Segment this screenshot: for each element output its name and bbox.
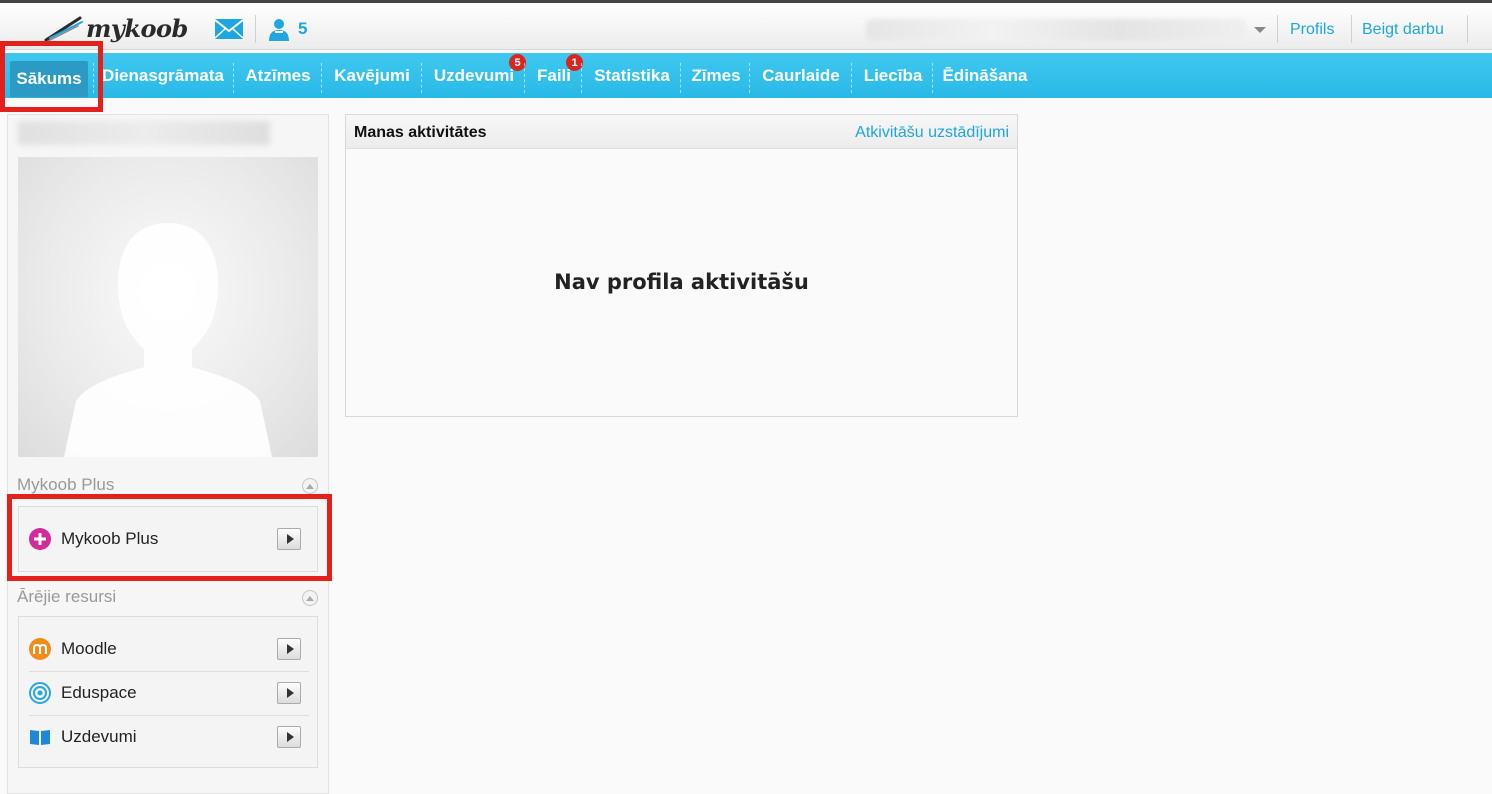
nav-divider	[851, 63, 852, 93]
open-moodle-button[interactable]	[277, 638, 301, 660]
logo-pen-icon	[44, 16, 83, 42]
collapse-mykoob-plus-icon[interactable]	[302, 478, 318, 494]
open-eduspace-button[interactable]	[277, 682, 301, 704]
users-button[interactable]: 5	[266, 15, 307, 43]
activities-header: Manas aktivitātes Atkivitāšu uzstādījumi	[346, 115, 1017, 149]
nav-divider	[749, 63, 750, 93]
nav-divider	[93, 63, 94, 93]
moodle-icon	[29, 638, 51, 660]
activities-settings-link[interactable]: Atkivitāšu uzstādījumi	[855, 124, 1009, 142]
external-resources-box: Moodle Eduspace Uzdevumi	[18, 616, 318, 768]
tab-dienasgramata[interactable]: Dienasgrāmata	[99, 61, 227, 91]
nav-divider	[680, 63, 681, 93]
mykoob-plus-box: Mykoob Plus	[18, 506, 318, 572]
nav-divider	[581, 63, 582, 93]
book-icon	[30, 730, 50, 745]
activities-empty-message: Nav profila aktivitāšu	[554, 270, 809, 294]
list-item-label: Mykoob Plus	[61, 529, 159, 548]
list-item-moodle[interactable]: Moodle	[19, 627, 317, 671]
tab-zimes[interactable]: Zīmes	[687, 61, 745, 91]
section-title-mykoob-plus: Mykoob Plus	[17, 475, 115, 494]
envelope-icon	[214, 19, 244, 39]
eduspace-icon	[29, 682, 51, 704]
open-mykoob-plus-button[interactable]	[277, 528, 301, 550]
open-uzdevumi-button[interactable]	[277, 726, 301, 748]
users-icon	[269, 19, 289, 41]
header-divider	[255, 15, 256, 43]
profile-link[interactable]: Profils	[1290, 21, 1334, 39]
tab-uzdevumi[interactable]: Uzdevumi	[427, 61, 521, 91]
logout-link[interactable]: Beigt darbu	[1362, 21, 1444, 39]
list-item-label: Moodle	[61, 639, 117, 658]
list-item-label: Eduspace	[61, 683, 137, 702]
main-nav: Sākums Dienasgrāmata Atzīmes Kavējumi Uz…	[0, 53, 1492, 98]
avatar[interactable]	[18, 157, 318, 457]
list-item-mykoob-plus[interactable]: Mykoob Plus	[19, 517, 317, 561]
users-count: 5	[298, 19, 308, 38]
tab-liecība[interactable]: Liecība	[858, 61, 928, 91]
list-item-uzdevumi[interactable]: Uzdevumi	[19, 715, 317, 759]
user-name-blurred	[866, 19, 1246, 41]
nav-divider	[233, 63, 234, 93]
tab-kavejumi[interactable]: Kavējumi	[328, 61, 416, 91]
list-item-eduspace[interactable]: Eduspace	[19, 671, 317, 715]
messages-button[interactable]	[214, 17, 244, 41]
activities-panel: Manas aktivitātes Atkivitāšu uzstādījumi…	[345, 114, 1018, 417]
top-bar: mykoob 5 Profils Beigt darbu	[0, 0, 1492, 50]
nav-divider	[932, 63, 933, 93]
header-divider	[1351, 15, 1352, 43]
tab-statistika[interactable]: Statistika	[588, 61, 676, 91]
tab-caurlaide[interactable]: Caurlaide	[756, 61, 846, 91]
nav-divider	[421, 63, 422, 93]
tab-sakums[interactable]: Sākums	[10, 61, 88, 97]
user-name-blurred	[18, 121, 270, 145]
tab-edinasana[interactable]: Ēdināšana	[938, 61, 1032, 91]
header-divider	[1467, 15, 1468, 43]
section-title-external-resources: Ārējie resursi	[17, 587, 117, 606]
list-item-label: Uzdevumi	[61, 727, 137, 746]
avatar-silhouette-icon	[64, 223, 272, 457]
nav-divider	[321, 63, 322, 93]
chevron-down-icon[interactable]	[1254, 27, 1266, 33]
nav-divider	[524, 63, 525, 93]
collapse-external-resources-icon[interactable]	[302, 590, 318, 606]
activities-title: Manas aktivitātes	[354, 124, 487, 141]
header-divider	[1277, 15, 1278, 43]
logo-text: mykoob	[86, 13, 188, 43]
tab-atzimes[interactable]: Atzīmes	[240, 61, 316, 91]
logo[interactable]: mykoob	[44, 11, 188, 45]
plus-circle-icon	[29, 528, 51, 550]
